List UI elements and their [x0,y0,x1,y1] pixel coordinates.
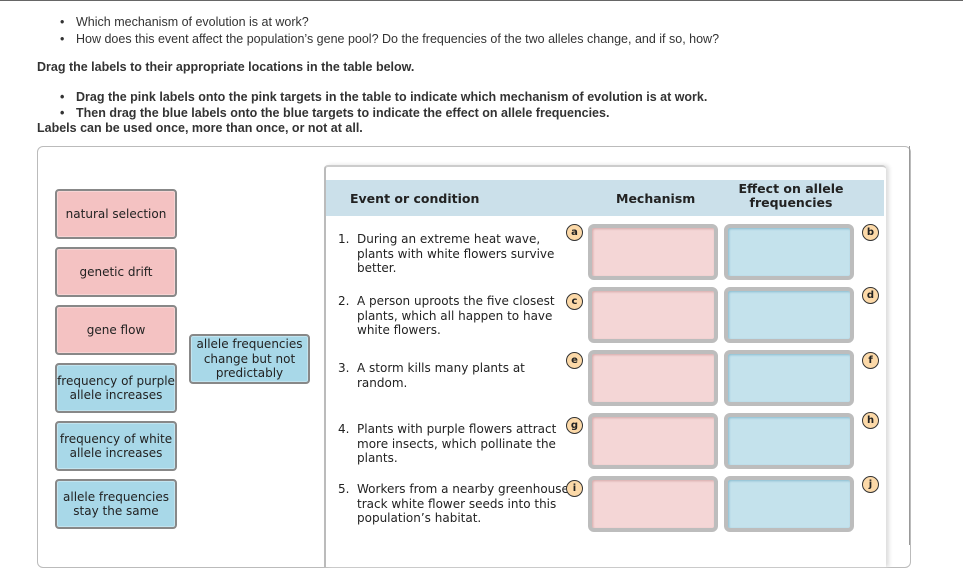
row-number: 2. [338,294,350,308]
row-number: 5. [338,482,350,496]
badge-g: g [566,417,583,434]
step-item: Then drag the blue labels onto the blue … [60,105,707,121]
header-mechanism: Mechanism [616,191,696,206]
badge-f: f [862,352,879,369]
badge-a: a [566,224,583,241]
question-list: Which mechanism of evolution is at work?… [60,14,719,48]
label-white-allele-increases[interactable]: frequency of white allele increases [55,421,177,471]
top-border [0,0,963,1]
effect-target-3[interactable] [724,350,854,406]
event-table: Event or condition Mechanism Effect on a… [324,165,886,567]
table-row-event: 1. During an extreme heat wave, plants w… [338,232,573,276]
event-text: A person uproots the five closest plants… [357,294,555,337]
event-text: Plants with purple flowers attract more … [357,422,557,465]
event-text: Workers from a nearby greenhouse track w… [357,482,569,525]
mechanism-target-2[interactable] [588,287,718,343]
label-frequencies-stay-same[interactable]: allele frequencies stay the same [55,479,177,529]
badge-b: b [862,224,879,241]
question-item: How does this event affect the populatio… [60,31,719,48]
row-number: 1. [338,232,350,246]
badge-i: i [566,480,583,497]
question-item: Which mechanism of evolution is at work? [60,14,719,31]
mechanism-target-3[interactable] [588,350,718,406]
label-change-not-predictably[interactable]: allele frequencies change but not predic… [189,334,310,384]
header-effect: Effect on allele frequencies [738,181,844,210]
event-text: During an extreme heat wave, plants with… [357,232,555,275]
event-text: A storm kills many plants at random. [357,361,525,390]
instruction-text: Drag the labels to their appropriate loc… [37,60,415,74]
badge-c: c [566,293,583,310]
mechanism-target-1[interactable] [588,224,718,280]
table-row-event: 3. A storm kills many plants at random. [338,361,573,390]
badge-e: e [566,352,583,369]
effect-target-1[interactable] [724,224,854,280]
table-row-event: 5. Workers from a nearby greenhouse trac… [338,482,573,526]
label-natural-selection[interactable]: natural selection [55,189,177,239]
header-event: Event or condition [350,191,480,206]
badge-h: h [862,412,879,429]
badge-d: d [862,287,879,304]
usage-note: Labels can be used once, more than once,… [37,121,363,135]
label-gene-flow[interactable]: gene flow [55,305,177,355]
badge-j: j [862,476,879,493]
step-item: Drag the pink labels onto the pink targe… [60,89,707,105]
label-purple-allele-increases[interactable]: frequency of purple allele increases [55,363,177,413]
table-row-event: 2. A person uproots the five closest pla… [338,294,573,338]
table-header: Event or condition Mechanism Effect on a… [326,180,884,216]
table-row-event: 4. Plants with purple flowers attract mo… [338,422,573,466]
panel-right-border [909,146,910,545]
effect-target-2[interactable] [724,287,854,343]
effect-target-4[interactable] [724,413,854,469]
mechanism-target-4[interactable] [588,413,718,469]
effect-target-5[interactable] [724,476,854,532]
row-number: 3. [338,361,350,375]
mechanism-target-5[interactable] [588,476,718,532]
label-genetic-drift[interactable]: genetic drift [55,247,177,297]
row-number: 4. [338,422,350,436]
step-list: Drag the pink labels onto the pink targe… [60,89,707,121]
